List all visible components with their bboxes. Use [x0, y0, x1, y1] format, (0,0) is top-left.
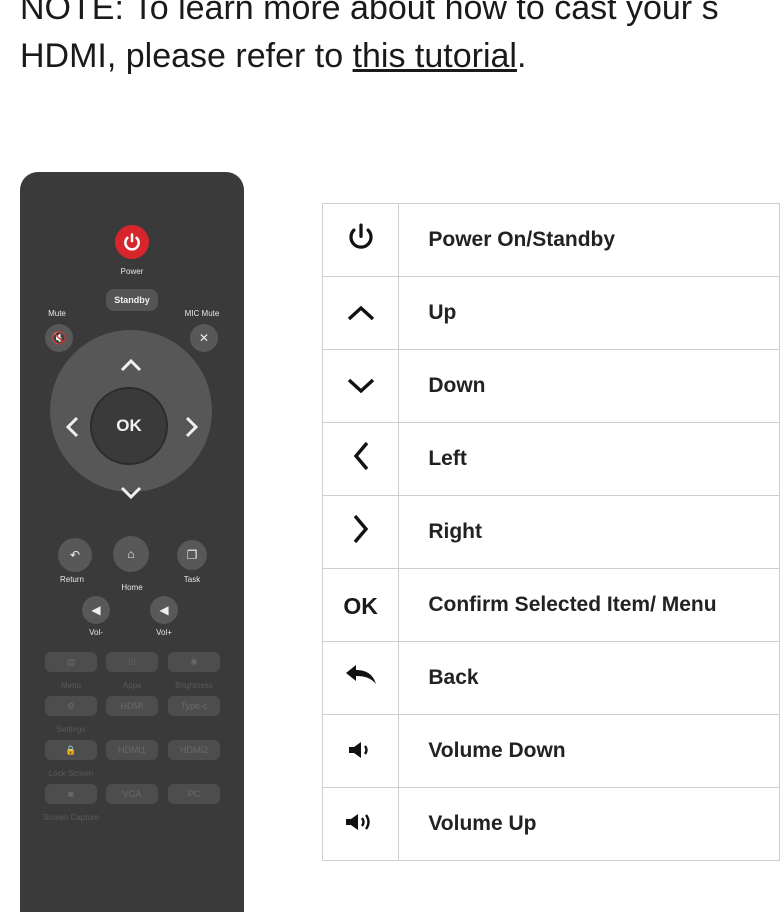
legend-label: Left — [398, 422, 780, 496]
mute-icon: 🔇 — [51, 331, 67, 345]
chevron-right-icon — [353, 514, 368, 543]
legend-symbol-cell — [321, 714, 400, 788]
home-icon: ⌂ — [127, 547, 135, 561]
remote-label-brightness: Brightness — [175, 681, 213, 690]
remote-label-mute: Mute — [48, 309, 66, 318]
table-row: Up — [321, 276, 780, 350]
remote-label-apps: Apps — [122, 681, 142, 690]
table-row: Down — [321, 349, 780, 423]
legend-label: Volume Down — [398, 714, 780, 788]
remote-label-vol-down: Vol- — [89, 628, 103, 637]
back-arrow-icon — [345, 664, 376, 684]
remote-up-arrow-icon — [120, 352, 142, 378]
remote-down-arrow-icon — [120, 480, 142, 506]
note-paragraph: NOTE: To learn more about how to cast yo… — [20, 0, 780, 80]
remote-settings-button: ⚙ — [45, 696, 97, 716]
camera-icon: ◙ — [68, 789, 74, 799]
remote-label-lock-screen: Lock Screen — [48, 769, 94, 778]
remote-apps-button: ⁞⁞⁞ — [106, 652, 158, 672]
remote-mute-button: 🔇 — [45, 324, 73, 352]
table-row: Right — [321, 495, 780, 569]
remote-label-task: Task — [183, 575, 201, 584]
remote-vol-up-button: ◀ — [150, 596, 178, 624]
table-row: Back — [321, 641, 780, 715]
remote-menu-button: ▤ — [45, 652, 97, 672]
legend-symbol-cell — [321, 787, 400, 861]
legend-label: Right — [398, 495, 780, 569]
legend-symbol-cell — [321, 276, 400, 350]
chevron-left-icon — [353, 441, 368, 470]
remote-vol-down-button: ◀ — [82, 596, 110, 624]
note-line-2-text: HDMI, please refer to — [20, 37, 353, 75]
table-row: Volume Up — [321, 787, 780, 861]
table-row: Left — [321, 422, 780, 496]
button-legend-table: Power On/Standby Up Down Left Right OK C… — [321, 203, 780, 861]
remote-hdmi2-button: HDMI2 — [168, 740, 220, 760]
volume-down-icon — [348, 741, 368, 758]
apps-icon: ⁞⁞⁞ — [128, 657, 136, 667]
legend-symbol-cell — [321, 495, 400, 569]
remote-home-button: ⌂ — [113, 536, 149, 572]
legend-symbol-cell — [321, 422, 400, 496]
remote-capture-button: ◙ — [45, 784, 97, 804]
legend-label: Up — [398, 276, 780, 350]
remote-mic-mute-button: ✕ — [190, 324, 218, 352]
remote-label-settings: Settings — [56, 725, 86, 734]
remote-vga-button: VGA — [106, 784, 158, 804]
tutorial-link[interactable]: this tutorial — [353, 37, 517, 75]
remote-label-mic-mute: MIC Mute — [184, 309, 220, 318]
remote-brightness-button: ✺ — [168, 652, 220, 672]
remote-control-image: Power Standby Mute MIC Mute 🔇 ✕ OK ↶ ⌂ ❐… — [20, 172, 244, 912]
return-icon: ↶ — [69, 548, 81, 562]
legend-label: Power On/Standby — [398, 203, 780, 277]
legend-label: Back — [398, 641, 780, 715]
legend-symbol-cell — [321, 203, 400, 277]
vol-up-icon: ◀ — [159, 603, 169, 617]
legend-label: Volume Up — [398, 787, 780, 861]
table-row: OK Confirm Selected Item/ Menu — [321, 568, 780, 642]
note-line-1: NOTE: To learn more about how to cast yo… — [20, 0, 719, 27]
remote-label-home: Home — [121, 583, 143, 592]
remote-hdmi1-button: HDMI1 — [106, 740, 158, 760]
remote-typec-button: Type-c — [168, 696, 220, 716]
table-row: Power On/Standby — [321, 203, 780, 277]
legend-label: Down — [398, 349, 780, 423]
remote-label-screen-capture: Screen Capture — [42, 813, 100, 822]
vol-down-icon: ◀ — [91, 603, 101, 617]
chevron-up-icon — [347, 305, 374, 320]
legend-label: Confirm Selected Item/ Menu — [398, 568, 780, 642]
remote-lock-button: 🔒 — [45, 740, 97, 760]
remote-left-arrow-icon — [65, 416, 79, 444]
legend-symbol-cell — [321, 641, 400, 715]
remote-label-vol-up: Vol+ — [156, 628, 172, 637]
mic-mute-icon: ✕ — [198, 331, 210, 345]
remote-label-power: Power — [120, 267, 144, 276]
remote-return-button: ↶ — [58, 538, 92, 572]
brightness-icon: ✺ — [190, 656, 198, 667]
ok-icon: OK — [343, 592, 378, 619]
legend-symbol-cell: OK — [321, 568, 400, 642]
power-icon — [349, 223, 373, 249]
table-row: Volume Down — [321, 714, 780, 788]
legend-symbol-cell — [321, 349, 400, 423]
remote-hdmi-button: HDMI — [106, 696, 158, 716]
volume-up-icon — [345, 813, 370, 830]
power-icon — [124, 233, 140, 251]
remote-standby-button: Standby — [106, 289, 158, 311]
remote-power-button — [115, 225, 149, 259]
chevron-down-icon — [347, 378, 374, 393]
lock-icon: 🔒 — [65, 744, 77, 755]
remote-label-menu: Menu — [60, 681, 81, 690]
remote-ok-button: OK — [90, 387, 168, 465]
remote-right-arrow-icon — [185, 416, 199, 444]
note-line-2: HDMI, please refer to this tutorial. — [20, 32, 780, 80]
remote-task-button: ❐ — [177, 540, 207, 570]
menu-icon: ▤ — [66, 656, 76, 667]
task-icon: ❐ — [186, 548, 198, 562]
note-period: . — [516, 37, 527, 75]
remote-label-return: Return — [59, 575, 84, 584]
settings-icon: ⚙ — [66, 700, 76, 711]
remote-pc-button: PC — [168, 784, 220, 804]
